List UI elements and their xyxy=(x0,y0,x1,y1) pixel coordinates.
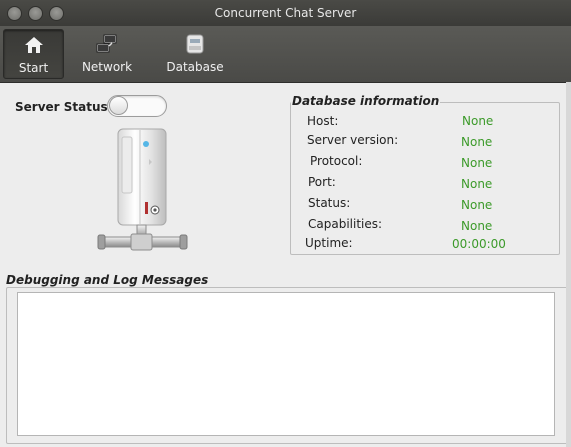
network-icon xyxy=(95,34,119,54)
tab-start-label: Start xyxy=(18,61,49,75)
home-icon xyxy=(22,35,46,55)
maximize-window-button[interactable] xyxy=(49,6,64,21)
uptime-label: Uptime: xyxy=(305,236,353,250)
main-window: Concurrent Chat Server Start Network Dat… xyxy=(0,0,571,447)
server-icon xyxy=(95,124,190,259)
protocol-label: Protocol: xyxy=(310,154,363,168)
status-label: Status: xyxy=(308,196,351,210)
database-info-title: Database information xyxy=(291,94,441,108)
host-label: Host: xyxy=(307,114,339,128)
host-value: None xyxy=(462,114,494,128)
capabilities-value: None xyxy=(461,219,493,233)
server-version-value: None xyxy=(461,135,493,149)
window-edge xyxy=(566,82,571,447)
close-window-button[interactable] xyxy=(7,6,22,21)
tab-network-label: Network xyxy=(81,60,133,74)
title-bar: Concurrent Chat Server xyxy=(0,0,571,26)
toolbar: Start Network Database xyxy=(0,26,571,83)
status-value: None xyxy=(461,198,493,212)
tab-database[interactable]: Database xyxy=(162,29,228,77)
minimize-window-button[interactable] xyxy=(28,6,43,21)
window-title: Concurrent Chat Server xyxy=(214,6,357,20)
server-status-label: Server Status: xyxy=(15,100,113,114)
server-status-toggle[interactable] xyxy=(107,95,167,117)
capabilities-label: Capabilities: xyxy=(308,217,383,231)
uptime-value: 00:00:00 xyxy=(452,237,506,251)
port-label: Port: xyxy=(308,175,336,189)
tab-database-label: Database xyxy=(166,60,224,74)
port-value: None xyxy=(461,177,493,191)
log-textarea[interactable] xyxy=(17,292,555,436)
server-version-label: Server version: xyxy=(307,133,399,147)
tab-network[interactable]: Network xyxy=(76,29,138,77)
log-title: Debugging and Log Messages xyxy=(5,273,210,287)
protocol-value: None xyxy=(461,156,493,170)
database-icon xyxy=(183,34,207,54)
toggle-knob[interactable] xyxy=(109,96,128,115)
tab-start[interactable]: Start xyxy=(3,29,64,79)
